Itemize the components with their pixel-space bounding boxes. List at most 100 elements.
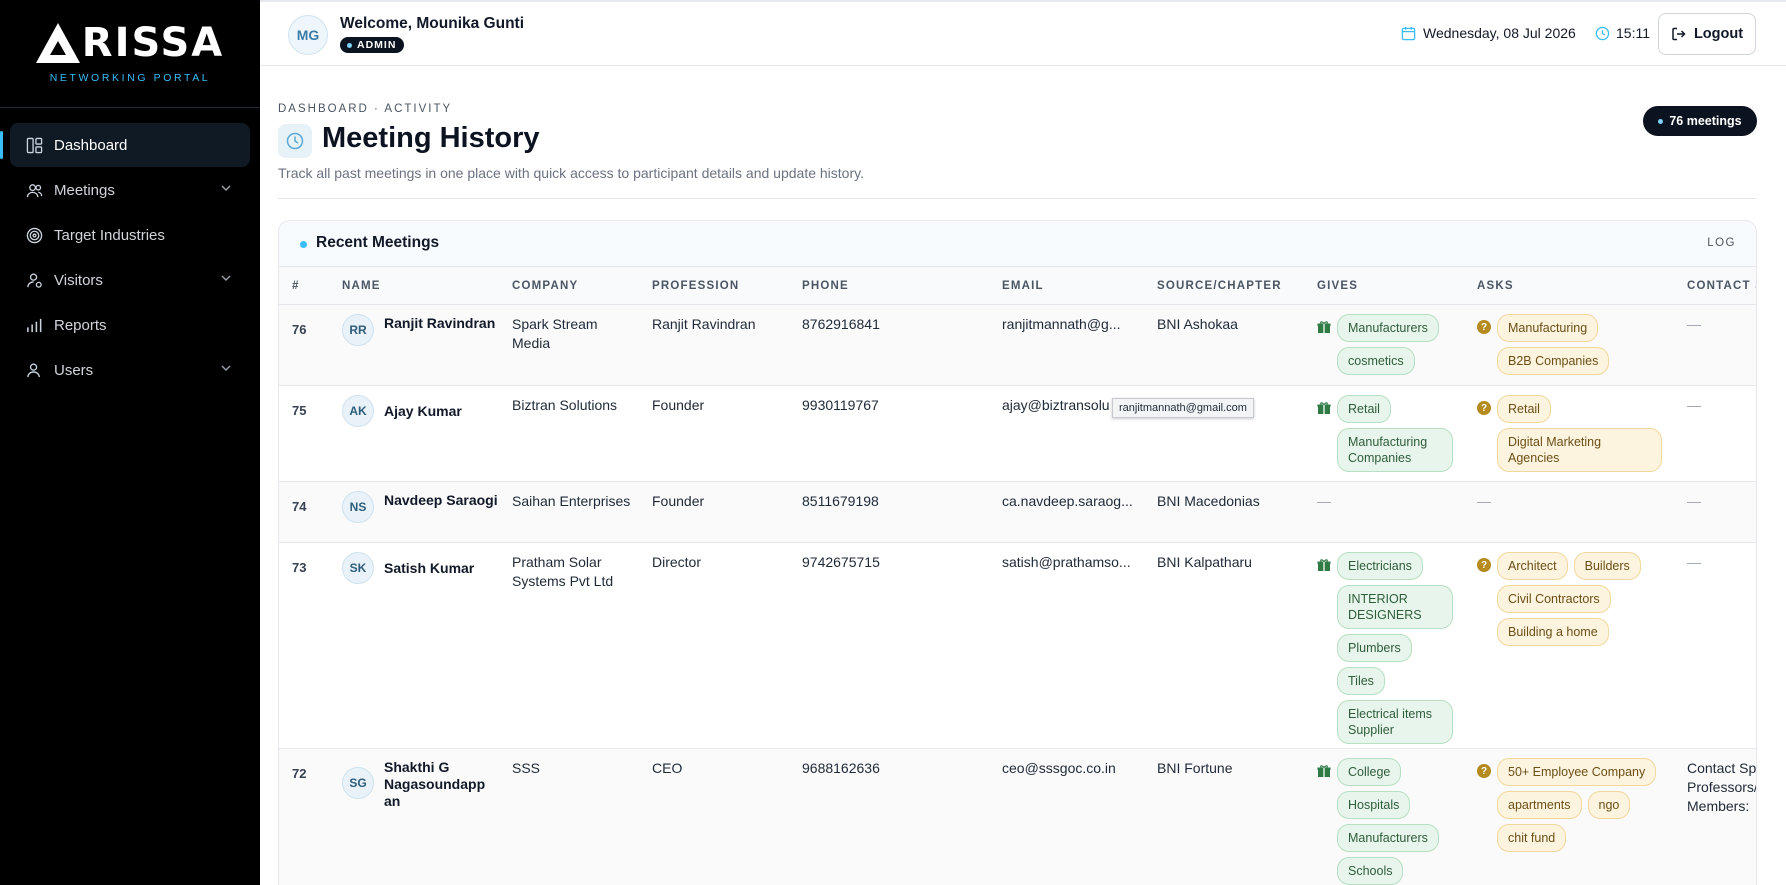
row-number: 75 [292,403,307,418]
gives-tags: Electricians INTERIOR DESIGNERS Plumbers… [1337,552,1457,744]
give-tag: cosmetics [1337,347,1415,375]
sidebar-item-users[interactable]: Users [10,348,250,392]
email[interactable]: ranjitmannath@g... [1002,315,1121,334]
sidebar-item-visitors[interactable]: Visitors [10,258,250,302]
email[interactable]: satish@prathamso... [1002,553,1131,572]
date-display: Wednesday, 08 Jul 2026 [1401,25,1576,41]
logout-button[interactable]: Logout [1658,13,1756,55]
participant-name[interactable]: Ajay Kumar [384,403,504,420]
phone: 8511679198 [802,493,879,509]
contact-text: Contact Sp Professors/ Members: [1687,760,1757,814]
contact-empty: — [1687,397,1701,413]
give-tag: INTERIOR DESIGNERS [1337,585,1453,629]
card-header: Recent Meetings LOG [279,221,1756,267]
table-row[interactable]: 73 SK Satish Kumar Pratham Solar Systems… [279,543,1756,749]
table-header: # NAME COMPANY PROFESSION PHONE EMAIL SO… [279,267,1756,305]
column-header-name[interactable]: NAME [342,280,381,292]
meeting-count-badge: 76 meetings [1643,106,1757,136]
company: Pratham Solar Systems Pvt Ltd [512,554,614,589]
column-header-phone[interactable]: PHONE [802,280,849,292]
gift-icon [1317,559,1331,571]
avatar: NS [342,491,374,523]
phone: 9688162636 [802,760,880,776]
participant-name[interactable]: Ranjit Ravindran [384,315,504,332]
users-icon [26,184,43,198]
source-chapter: BNI Macedonias [1157,493,1260,509]
avatar: SG [342,767,374,799]
participant-name[interactable]: Satish Kumar [384,560,504,577]
logo-tagline: NETWORKING PORTAL [49,72,211,84]
column-header-gives[interactable]: GIVES [1317,280,1358,292]
clock-icon [1595,26,1610,40]
ask-tag: chit fund [1497,824,1567,852]
column-header-contact[interactable]: CONTACT S [1687,280,1756,292]
sidebar-item-label: Visitors [54,271,103,289]
sidebar-item-label: Dashboard [54,136,128,154]
ask-tag: Architect [1497,552,1568,580]
sidebar: RISSA NETWORKING PORTAL Dashboard Meetin… [0,0,260,885]
row-number: 76 [292,322,307,337]
sidebar-item-dashboard[interactable]: Dashboard [0,123,250,167]
chevron-down-icon [221,185,231,191]
give-tag: Tiles [1337,667,1385,695]
table-row[interactable]: 75 AK Ajay Kumar Biztran Solutions Found… [279,386,1756,482]
give-tag: Electrical items Supplier [1337,700,1453,744]
question-icon: ? [1477,320,1491,334]
column-header-email[interactable]: EMAIL [1002,280,1044,292]
participant-name[interactable]: Shakthi G Nagasoundapp an [384,759,492,810]
email[interactable]: ceo@sssgoc.co.in [1002,759,1116,778]
breadcrumb: DASHBOARD · ACTIVITY [278,103,453,115]
row-number: 72 [292,766,307,781]
brand-logo[interactable]: RISSA NETWORKING PORTAL [0,0,260,108]
table-row[interactable]: 74 NS Navdeep Saraogi Saihan Enterprises… [279,482,1756,543]
top-bar: MG Welcome, Mounika Gunti ADMIN Wednesda… [260,0,1786,66]
ask-tag: Retail [1497,395,1551,423]
logout-icon [1672,27,1686,41]
logo-text: RISSA [81,20,225,66]
column-header-asks[interactable]: ASKS [1477,280,1514,292]
chevron-down-icon [221,365,231,371]
visitor-icon [27,273,42,288]
status-dot [1658,118,1664,124]
avatar: AK [342,395,374,427]
column-header-company[interactable]: COMPANY [512,280,578,292]
question-icon: ? [1477,558,1491,572]
sidebar-item-meetings[interactable]: Meetings [10,168,250,212]
sidebar-item-reports[interactable]: Reports [10,303,250,347]
sidebar-item-label: Target Industries [54,226,165,244]
email[interactable]: ajay@biztransolu [1002,396,1110,415]
company: Spark Stream Media [512,316,598,351]
gives-tags: Retail Manufacturing Companies [1337,395,1457,472]
column-header-profession[interactable]: PROFESSION [652,280,739,292]
table-row[interactable]: 76 RR Ranjit Ravindran Spark Stream Medi… [279,305,1756,386]
gift-icon [1317,765,1331,777]
date-text: Wednesday, 08 Jul 2026 [1423,25,1576,41]
profession: CEO [652,760,683,776]
contact-empty: — [1687,554,1701,570]
avatar[interactable]: MG [288,15,328,55]
gift-icon [1317,402,1331,414]
table-row[interactable]: 72 SG Shakthi G Nagasoundapp an SSS CEO … [279,749,1757,885]
sidebar-item-target-industries[interactable]: Target Industries [10,213,250,257]
column-header-source[interactable]: SOURCE/CHAPTER [1157,280,1282,292]
row-number: 74 [292,499,307,514]
user-icon [27,363,40,378]
company: Biztran Solutions [512,397,618,413]
give-tag: Electricians [1337,552,1423,580]
give-tag: Plumbers [1337,634,1412,662]
email[interactable]: ca.navdeep.saraog... [1002,492,1133,511]
email-tooltip: ranjitmannath@gmail.com [1112,398,1254,418]
meeting-count-label: 76 meetings [1669,114,1742,128]
log-button[interactable]: LOG [1707,237,1736,249]
contact-empty: — [1687,316,1701,332]
gives-tags: Manufacturers cosmetics [1337,314,1457,375]
participant-name[interactable]: Navdeep Saraogi [384,492,504,509]
ask-tag: Manufacturing [1497,314,1599,342]
give-tag: Manufacturers [1337,314,1439,342]
column-header-number[interactable]: # [292,280,300,292]
asks-tags: 50+ Employee Company apartments ngo chit… [1497,758,1677,852]
divider [278,198,1757,199]
question-icon: ? [1477,764,1491,778]
phone: 8762916841 [802,316,880,332]
logo-a-shape [35,23,80,63]
